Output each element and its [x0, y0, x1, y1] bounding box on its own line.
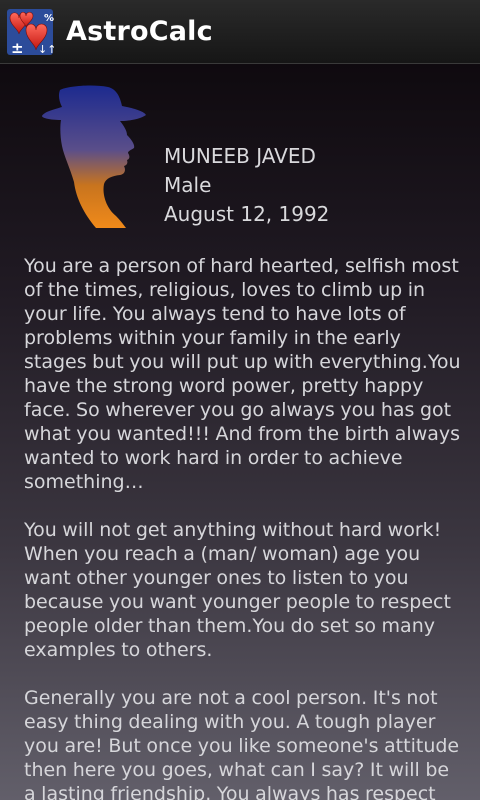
- profile-info: MUNEEB JAVED Male August 12, 1992: [164, 142, 329, 229]
- profile-name: MUNEEB JAVED: [164, 144, 316, 168]
- man-with-hat-silhouette: [42, 85, 146, 228]
- profile-birth-date: August 12, 1992: [164, 202, 330, 226]
- profile-gender: Male: [164, 173, 212, 197]
- reading-paragraph: Generally you are not a cool person. It'…: [24, 687, 460, 800]
- svg-text:↓↑: ↓↑: [38, 43, 54, 56]
- reading-content[interactable]: MUNEEB JAVED Male August 12, 1992 You ar…: [0, 64, 480, 800]
- app-title: AstroCalc: [66, 16, 213, 47]
- action-bar: % ± ↓↑ AstroCalc: [0, 0, 480, 64]
- horoscope-reading: You are a person of hard hearted, selfis…: [24, 254, 464, 800]
- app-screen: % ± ↓↑ AstroCalc MUNEEB JAVED Male Augus…: [0, 0, 480, 800]
- reading-paragraph: You will not get anything without hard w…: [24, 519, 451, 661]
- reading-paragraph: You are a person of hard hearted, selfis…: [24, 255, 461, 493]
- hearts-calculator-icon[interactable]: % ± ↓↑: [6, 8, 54, 56]
- svg-text:±: ±: [11, 39, 24, 56]
- svg-text:%: %: [44, 13, 54, 24]
